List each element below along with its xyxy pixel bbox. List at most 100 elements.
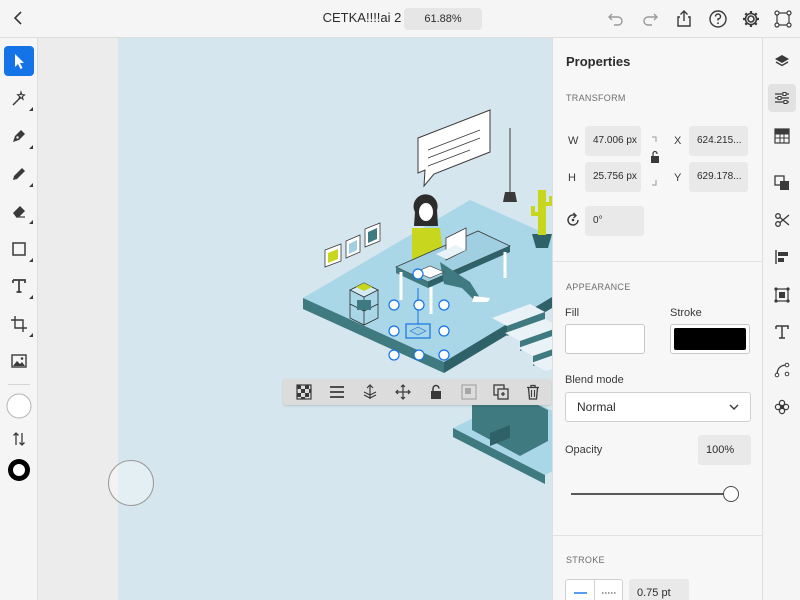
swap-fill-stroke[interactable]: [4, 424, 34, 454]
path-curve-icon: [774, 362, 790, 378]
place-image-tool[interactable]: [4, 346, 34, 376]
type-tool[interactable]: [4, 271, 34, 301]
pen-icon: [13, 130, 25, 142]
zoom-level[interactable]: 61.88%: [404, 8, 482, 30]
direct-selection-tool[interactable]: [4, 83, 34, 113]
undo-icon[interactable]: [606, 9, 626, 29]
pathfinder-icon: [774, 175, 789, 190]
rotation-field[interactable]: 0°: [585, 206, 644, 236]
contextual-task-bar: [283, 379, 551, 405]
opacity-slider-track[interactable]: [571, 493, 731, 495]
arrow-cursor-icon: [15, 54, 24, 69]
chevron-left-icon[interactable]: [8, 7, 30, 29]
group-icon[interactable]: [461, 384, 477, 400]
touch-shortcut-circle[interactable]: [108, 460, 154, 506]
pathfinder-button[interactable]: [768, 169, 796, 197]
solid-line-option[interactable]: [566, 580, 595, 600]
x-field[interactable]: 624.215...: [689, 126, 748, 156]
transparency-grid-icon[interactable]: [296, 384, 312, 400]
fill-label: Fill: [565, 307, 580, 319]
stroke-color-chip: [674, 328, 746, 350]
panel-divider: [553, 261, 762, 262]
y-label: Y: [674, 172, 682, 184]
properties-button[interactable]: [768, 84, 796, 112]
pen-tool[interactable]: [4, 121, 34, 151]
scissors-icon: [775, 213, 790, 227]
fill-swatch[interactable]: [4, 391, 34, 421]
rotate-icon: [565, 212, 581, 233]
width-label: W: [568, 135, 579, 147]
crop-icon: [11, 316, 27, 332]
selection-tool[interactable]: [4, 46, 34, 76]
stroke-label: Stroke: [670, 307, 702, 319]
lock-icon[interactable]: [428, 384, 444, 400]
stroke-section-label: STROKE: [566, 555, 605, 565]
appearance-section-label: APPEARANCE: [566, 282, 631, 292]
magic-wand-icon: [12, 90, 26, 106]
eraser-tool[interactable]: [4, 196, 34, 226]
height-label: H: [568, 172, 576, 184]
fill-color-swatch[interactable]: [565, 324, 645, 354]
help-icon[interactable]: [708, 9, 728, 29]
transform-icon: [774, 287, 790, 303]
stroke-color-swatch[interactable]: [670, 324, 750, 354]
trash-icon[interactable]: [525, 384, 541, 400]
stroke-swatch[interactable]: [4, 455, 34, 485]
layers-icon: [775, 55, 789, 67]
dashed-line-option[interactable]: [595, 580, 624, 600]
tool-bar: [0, 38, 38, 600]
move-icon[interactable]: [395, 384, 411, 400]
y-field[interactable]: 629.178...: [689, 162, 748, 192]
image-icon: [11, 354, 27, 368]
stroke-style-toggle: [565, 579, 623, 600]
swap-arrows-icon: [13, 432, 25, 446]
stroke-circle-icon: [8, 459, 30, 481]
redo-icon[interactable]: [640, 9, 660, 29]
transform-section-label: TRANSFORM: [566, 93, 626, 103]
duplicate-icon[interactable]: [493, 384, 509, 400]
frame-icon[interactable]: [773, 9, 793, 29]
width-field[interactable]: 47.006 px: [585, 126, 641, 156]
x-label: X: [674, 135, 682, 147]
panels-rail: [762, 38, 800, 600]
opacity-field[interactable]: 100%: [698, 435, 751, 465]
type-panel-button[interactable]: [768, 318, 796, 346]
sliders-icon: [775, 92, 789, 104]
fill-circle-icon: [6, 393, 32, 419]
scissors-button[interactable]: [768, 206, 796, 234]
panel-divider: [553, 535, 762, 536]
artboard[interactable]: [118, 38, 552, 600]
stroke-weight-field[interactable]: 0.75 pt: [629, 579, 689, 600]
rectangle-icon: [12, 242, 26, 256]
constrain-lock-icon[interactable]: [649, 136, 661, 191]
illustrator-app: CETKA!!!!ai 2 61.88% Properties TRANSFOR…: [0, 0, 800, 600]
blend-mode-select[interactable]: Normal: [565, 392, 751, 422]
height-field[interactable]: 25.756 px: [585, 162, 641, 192]
swatches-button[interactable]: [768, 122, 796, 150]
layers-button[interactable]: [768, 47, 796, 75]
symbols-panel-button[interactable]: [768, 393, 796, 421]
opacity-label: Opacity: [565, 444, 603, 456]
rectangle-tool[interactable]: [4, 234, 34, 264]
crop-tool[interactable]: [4, 309, 34, 339]
align-left-icon: [775, 250, 788, 264]
path-panel-button[interactable]: [768, 356, 796, 384]
tool-separator: [8, 384, 30, 385]
pencil-tool[interactable]: [4, 159, 34, 189]
blend-mode-label: Blend mode: [565, 374, 624, 386]
type-panel-icon: [775, 325, 789, 339]
chevron-down-icon: [729, 404, 739, 410]
gear-icon[interactable]: [741, 9, 761, 29]
arrange-icon[interactable]: [362, 384, 378, 400]
opacity-slider-handle[interactable]: [723, 486, 739, 502]
align-panel-button[interactable]: [768, 243, 796, 271]
panel-title: Properties: [566, 54, 631, 69]
transform-panel-button[interactable]: [768, 281, 796, 309]
pencil-icon: [13, 168, 25, 180]
blend-mode-value: Normal: [577, 400, 616, 414]
type-icon: [12, 279, 26, 293]
swatches-grid-icon: [774, 128, 790, 144]
fill-color-chip: [569, 328, 641, 350]
share-icon[interactable]: [674, 9, 694, 29]
align-icon[interactable]: [329, 384, 345, 400]
